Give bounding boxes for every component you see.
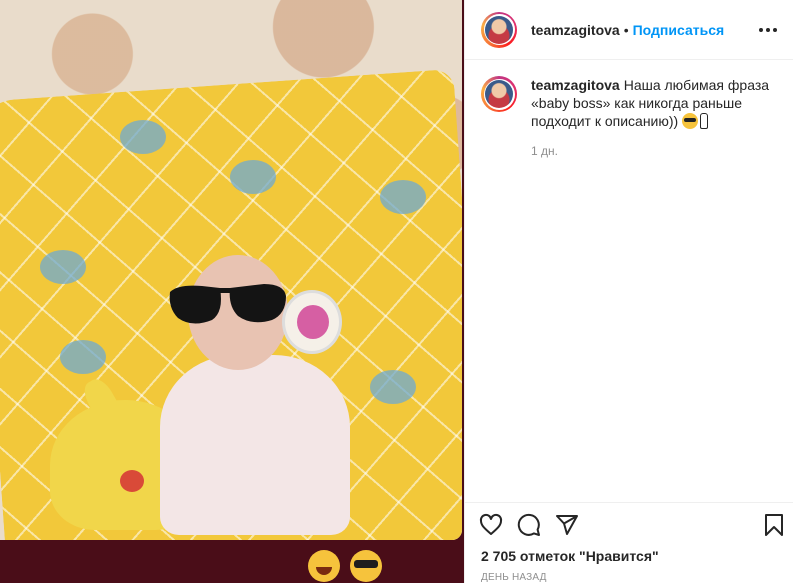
- avatar-inner: [483, 78, 515, 110]
- comment-icon[interactable]: [517, 513, 541, 537]
- more-dot: [766, 27, 770, 32]
- follow-button[interactable]: Подписаться: [633, 22, 725, 38]
- more-dot: [759, 27, 763, 32]
- post-side-panel: teamzagitova • Подписаться teamzagitova Н…: [464, 0, 793, 583]
- caption-username[interactable]: teamzagitova: [531, 77, 620, 93]
- more-dot: [773, 27, 777, 32]
- blanket-print: [120, 120, 166, 154]
- avatar-image: [485, 80, 513, 108]
- floating-reactions: [308, 550, 382, 582]
- post-photo[interactable]: [0, 0, 462, 540]
- baby-bottle-emoji-icon: [700, 113, 709, 129]
- blanket-print: [380, 180, 426, 214]
- action-bar: [465, 502, 793, 546]
- sunglasses-graphic: [169, 284, 286, 324]
- post-author-username[interactable]: teamzagitova: [531, 22, 620, 38]
- bookmark-icon[interactable]: [762, 513, 786, 537]
- sunglasses-emoji-icon: [682, 113, 699, 129]
- toy-rattle: [282, 290, 342, 354]
- blanket-print: [230, 160, 276, 194]
- post-header: teamzagitova • Подписаться: [465, 0, 793, 60]
- blanket-print: [370, 370, 416, 404]
- caption-text: teamzagitova Наша любимая фраза «baby bos…: [531, 76, 771, 130]
- avatar-image: [485, 15, 513, 44]
- laughing-face-icon: [308, 550, 340, 582]
- caption-time[interactable]: 1 дн.: [531, 144, 771, 158]
- avatar-inner: [483, 14, 515, 45]
- blanket-print: [60, 340, 106, 374]
- heart-icon[interactable]: [479, 513, 503, 537]
- post-timestamp[interactable]: ДЕНЬ НАЗАД: [481, 572, 547, 583]
- more-horizontal-icon[interactable]: [757, 22, 779, 38]
- post-photo-pane[interactable]: [0, 0, 464, 583]
- share-icon[interactable]: [555, 513, 579, 537]
- plush-toy-cheek: [120, 470, 144, 492]
- avatar[interactable]: [481, 11, 517, 48]
- sunglasses-face-icon: [350, 550, 382, 582]
- baby-body: [160, 355, 350, 535]
- caption-avatar[interactable]: [481, 76, 517, 112]
- blanket-print: [40, 250, 86, 284]
- likes-count[interactable]: 2 705 отметок "Нравится": [481, 548, 659, 564]
- caption-block: teamzagitova Наша любимая фраза «baby bos…: [465, 60, 793, 158]
- header-separator: •: [623, 21, 629, 38]
- caption-content: teamzagitova Наша любимая фраза «baby bos…: [531, 76, 771, 158]
